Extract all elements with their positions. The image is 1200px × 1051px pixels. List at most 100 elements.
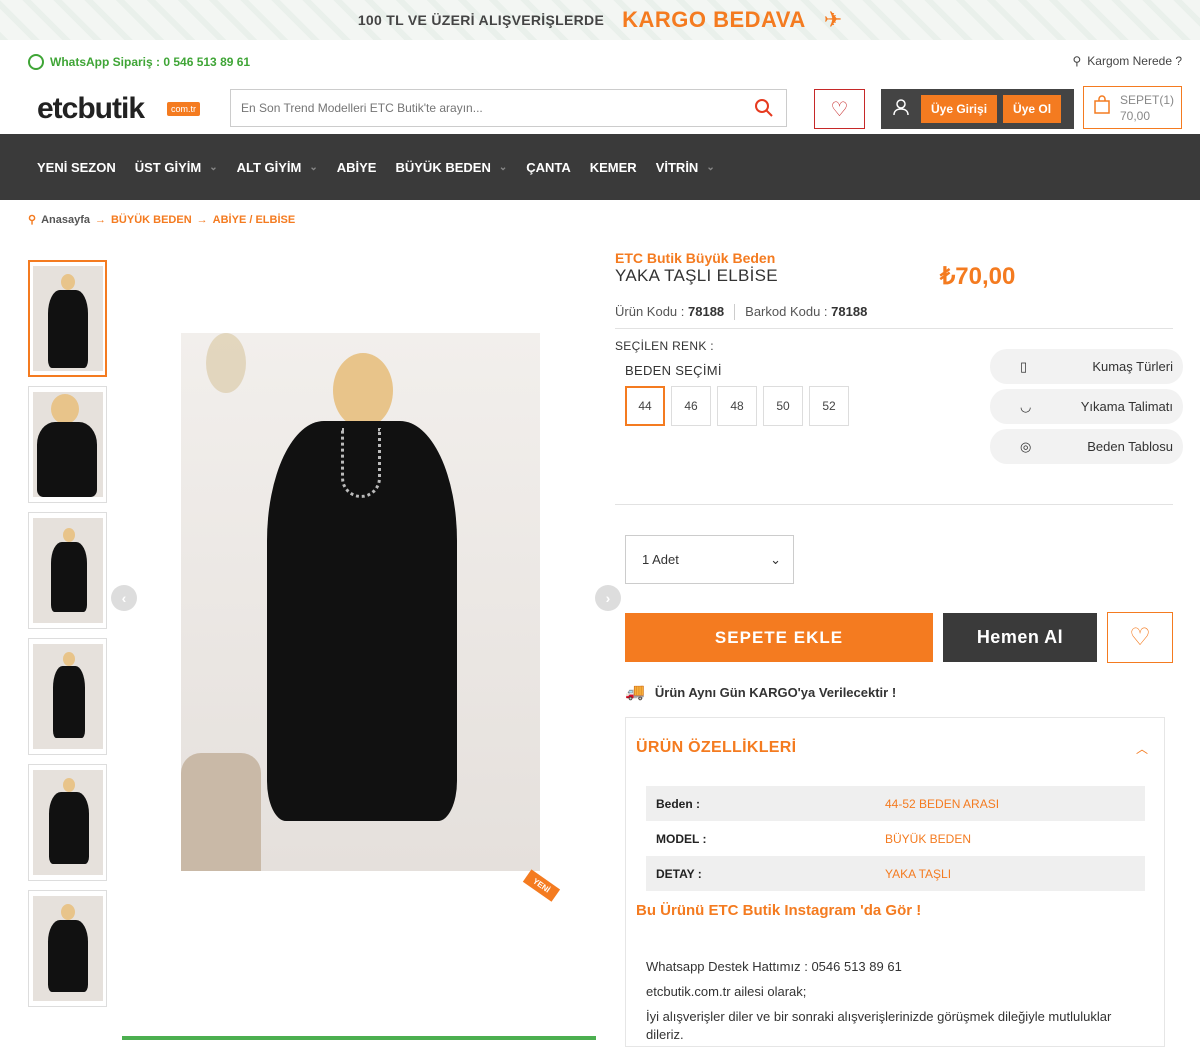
support-line: Whatsapp Destek Hattımız : 0546 513 89 6… xyxy=(646,959,902,974)
main-product-image[interactable] xyxy=(181,333,540,871)
search-input[interactable] xyxy=(231,90,742,126)
account-box: Üye Girişi Üye Ol xyxy=(881,89,1074,129)
barcode-label: Barkod Kodu : xyxy=(745,304,828,319)
whatsapp-icon xyxy=(28,54,44,70)
product-features-panel: ÜRÜN ÖZELLİKLERİ ︿ Beden : 44-52 BEDEN AR… xyxy=(625,717,1165,1047)
product-code-label: Ürün Kodu : xyxy=(615,304,685,319)
size-chart-label: Beden Tablosu xyxy=(1087,439,1173,454)
product-thumbnail[interactable] xyxy=(28,638,107,755)
chair xyxy=(181,753,261,871)
washing-instructions-link[interactable]: ◡ Yıkama Talimatı xyxy=(990,389,1183,424)
breadcrumb-arrow-icon: → xyxy=(196,213,208,226)
chevron-down-icon: ⌄ xyxy=(209,161,218,173)
chevron-down-icon: ⌄ xyxy=(498,161,508,173)
product-thumbnail[interactable] xyxy=(28,260,107,377)
shopping-bag-icon xyxy=(1092,94,1112,121)
product-thumbnail[interactable] xyxy=(28,386,107,503)
add-to-favorites-button[interactable]: ♡ xyxy=(1107,612,1173,663)
divider xyxy=(615,328,1173,329)
nav-item-ust-giyim[interactable]: ÜST GİYİM ⌄ xyxy=(135,160,218,175)
shipping-note-text: Ürün Aynı Gün KARGO'ya Verilecektir ! xyxy=(654,684,897,700)
product-brand[interactable]: ETC Butik Büyük Beden xyxy=(615,250,775,266)
size-option-48[interactable]: 48 xyxy=(717,386,757,426)
add-to-cart-button[interactable]: SEPETE EKLE xyxy=(625,613,933,662)
truck-person-icon: ⚲ xyxy=(1072,54,1082,68)
fabric-icon: ▯ xyxy=(1020,358,1028,374)
quantity-select[interactable]: 1 Adet ⌄ xyxy=(625,535,794,584)
user-icon xyxy=(887,97,915,122)
quantity-value: 1 Adet xyxy=(642,552,679,567)
search-box xyxy=(230,89,787,127)
breadcrumb-subcategory[interactable]: ABİYE / ELBİSE xyxy=(213,214,296,226)
search-icon[interactable] xyxy=(742,90,786,126)
family-line: etcbutik.com.tr ailesi olarak; xyxy=(646,984,807,999)
thumbnail-list xyxy=(28,260,107,1016)
promo-banner: 100 TL VE ÜZERİ ALIŞVERİŞLERDE KARGO BED… xyxy=(0,0,1200,40)
login-button[interactable]: Üye Girişi xyxy=(921,95,998,123)
features-title[interactable]: ÜRÜN ÖZELLİKLERİ xyxy=(636,739,796,757)
product-price: ₺70,00 xyxy=(940,263,1016,290)
measuring-tape-icon: ◎ xyxy=(1020,438,1032,454)
nav-label: BÜYÜK BEDEN xyxy=(395,159,491,175)
fabric-types-link[interactable]: ▯ Kumaş Türleri xyxy=(990,349,1183,384)
shipping-note: 🚚 Ürün Aynı Gün KARGO'ya Verilecektir ! xyxy=(625,682,896,702)
size-option-50[interactable]: 50 xyxy=(763,386,803,426)
heart-icon: ♡ xyxy=(830,98,849,121)
table-row: MODEL : BÜYÜK BEDEN xyxy=(646,821,1145,856)
chevron-up-icon[interactable]: ︿ xyxy=(1136,740,1148,757)
table-row: Beden : 44-52 BEDEN ARASI xyxy=(646,786,1145,821)
product-thumbnail[interactable] xyxy=(28,512,107,629)
washing-instructions-label: Yıkama Talimatı xyxy=(1080,399,1173,414)
nav-item-kemer[interactable]: KEMER xyxy=(590,160,637,175)
nav-item-alt-giyim[interactable]: ALT GİYİM ⌄ xyxy=(237,160,318,175)
location-pin-icon: ⚲ xyxy=(28,214,37,226)
nav-item-yeni-sezon[interactable]: YENİ SEZON xyxy=(37,160,116,175)
fabric-types-label: Kumaş Türleri xyxy=(1092,359,1173,374)
nav-label: ABİYE xyxy=(336,159,377,175)
nav-item-abiye[interactable]: ABİYE xyxy=(337,160,377,175)
product-code: 78188 xyxy=(688,304,725,319)
feature-key: MODEL : xyxy=(656,831,707,846)
favorites-button[interactable]: ♡ xyxy=(814,89,865,129)
cart-label: SEPET(1) xyxy=(1120,92,1175,107)
size-option-52[interactable]: 52 xyxy=(809,386,849,426)
promo-highlight: KARGO BEDAVA xyxy=(622,7,806,32)
plane-icon: ✈ xyxy=(823,7,843,32)
breadcrumb-home[interactable]: Anasayfa xyxy=(41,214,90,226)
nav-label: VİTRİN xyxy=(655,159,699,175)
main-navigation: YENİ SEZON ÜST GİYİM ⌄ ALT GİYİM ⌄ ABİYE B… xyxy=(0,134,1200,200)
cart-button[interactable]: SEPET(1) 70,00 xyxy=(1083,86,1182,129)
selected-color-label: SEÇİLEN RENK : xyxy=(615,339,714,353)
feature-value: BÜYÜK BEDEN xyxy=(885,831,972,846)
track-shipment-link[interactable]: ⚲ Kargom Nerede ? xyxy=(1072,54,1182,68)
nav-label: KEMER xyxy=(589,159,637,175)
product-thumbnail[interactable] xyxy=(28,890,107,1007)
size-selection-title: BEDEN SEÇİMİ xyxy=(625,363,722,378)
nav-item-buyuk-beden[interactable]: BÜYÜK BEDEN ⌄ xyxy=(395,160,507,175)
site-logo[interactable]: etcbutik com.tr xyxy=(37,92,201,126)
features-description: Whatsapp Destek Hattımız : 0546 513 89 6… xyxy=(646,958,1126,1051)
nav-label: YENİ SEZON xyxy=(37,159,116,175)
nav-item-vitrin[interactable]: VİTRİN ⌄ xyxy=(656,160,715,175)
nav-item-canta[interactable]: ÇANTA xyxy=(526,160,571,175)
next-image-button[interactable]: › xyxy=(595,585,621,611)
size-option-46[interactable]: 46 xyxy=(671,386,711,426)
nav-label: ALT GİYİM xyxy=(236,159,302,175)
buy-now-button[interactable]: Hemen Al xyxy=(943,613,1097,662)
size-chart-link[interactable]: ◎ Beden Tablosu xyxy=(990,429,1183,464)
breadcrumb-arrow-icon: → xyxy=(94,213,106,226)
whatsapp-text: WhatsApp Sipariş : 0 546 513 89 61 xyxy=(50,55,251,69)
logo-tag: com.tr xyxy=(167,102,201,116)
whatsapp-order-link[interactable]: WhatsApp Sipariş : 0 546 513 89 61 xyxy=(28,54,250,70)
chevron-down-icon: ⌄ xyxy=(770,551,781,567)
previous-image-button[interactable]: ‹ xyxy=(111,585,137,611)
product-codes: Ürün Kodu : 78188 Barkod Kodu : 78188 xyxy=(615,304,867,320)
instagram-link[interactable]: Bu Ürünü ETC Butik Instagram 'da Gör ! xyxy=(636,902,921,919)
product-thumbnail[interactable] xyxy=(28,764,107,881)
wash-basin-icon: ◡ xyxy=(1020,398,1032,414)
size-option-44[interactable]: 44 xyxy=(625,386,665,426)
register-button[interactable]: Üye Ol xyxy=(1003,95,1062,123)
model-head xyxy=(333,353,393,428)
breadcrumb-category[interactable]: BÜYÜK BEDEN xyxy=(111,214,192,226)
new-badge: YENİ xyxy=(522,869,560,902)
